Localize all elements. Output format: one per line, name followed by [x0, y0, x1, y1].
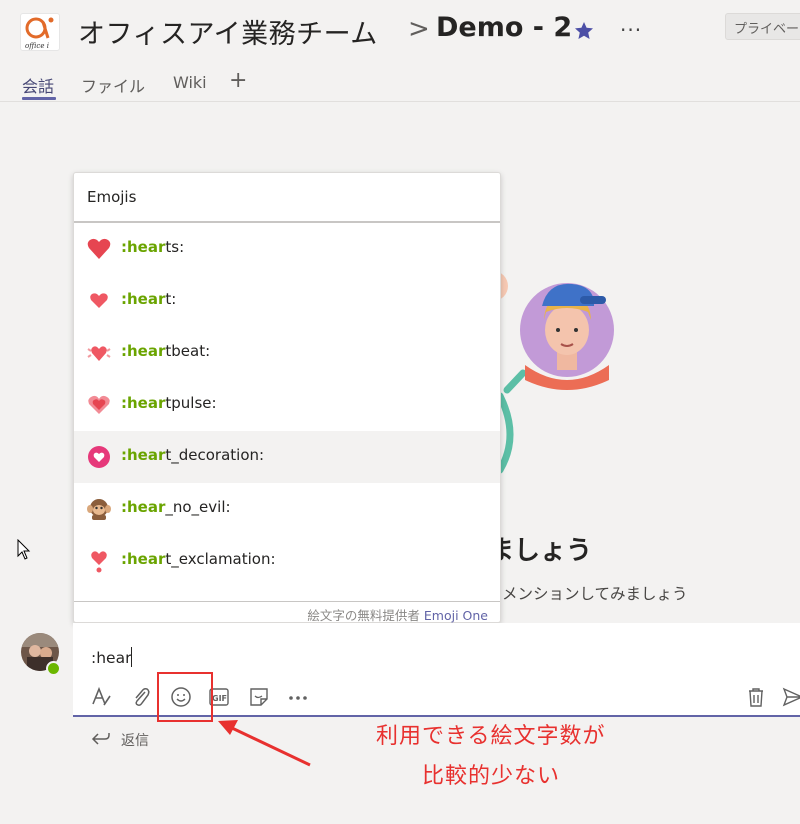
reply-icon — [91, 733, 110, 745]
emoji-option-label: :heart_exclamation: — [121, 550, 276, 568]
emoji-option-label: :heartbeat: — [121, 342, 211, 360]
svg-text:office i: office i — [25, 42, 49, 50]
attach-icon[interactable] — [130, 686, 152, 708]
emoji-picker: Emojis :hearts: :heart: :heartbeat: :hea… — [73, 172, 501, 623]
hearts-icon — [87, 238, 111, 259]
presence-available-icon — [46, 661, 61, 676]
sticker-icon[interactable] — [248, 686, 270, 708]
more-options-icon[interactable]: ··· — [620, 18, 642, 42]
emoji-option-heart[interactable]: :heart: — [74, 275, 500, 327]
emoji-option-label: :heartpulse: — [121, 394, 217, 412]
reply-label: 返信 — [121, 733, 149, 749]
emoji-option-heart-exclamation[interactable]: :heart_exclamation: — [74, 535, 500, 587]
emoji-one-link[interactable]: Emoji One — [424, 608, 488, 623]
emoji-option-label: :heart: — [121, 290, 177, 308]
emoji-option-heartbeat[interactable]: :heartbeat: — [74, 327, 500, 379]
channel-name[interactable]: Demo - 2 — [436, 12, 572, 43]
heartbeat-icon — [87, 346, 111, 361]
emoji-option-heart-decoration[interactable]: :heart_decoration: — [74, 431, 500, 483]
heartpulse-icon — [88, 395, 110, 414]
channel-header: office i オフィスアイ業務チーム > Demo - 2 ··· プライベ… — [0, 0, 800, 102]
annotation-text: 比較的少ない — [422, 764, 561, 789]
hear-no-evil-monkey-icon — [87, 499, 111, 520]
tab-chat[interactable]: 会話 — [22, 73, 54, 97]
privacy-badge: プライベー — [725, 13, 800, 40]
add-tab-button[interactable]: + — [229, 68, 247, 93]
emoji-option-label: :hear_no_evil: — [121, 498, 231, 516]
delete-icon[interactable] — [745, 686, 767, 708]
emoji-option-hearts[interactable]: :hearts: — [74, 223, 500, 275]
heart-exclamation-icon — [91, 551, 107, 573]
active-tab-indicator — [22, 97, 56, 100]
annotation-text: 利用できる絵文字数が — [376, 724, 606, 749]
emoji-option-label: :heart_decoration: — [121, 446, 265, 464]
annotation-highlight-box — [157, 672, 213, 722]
more-options-icon[interactable] — [287, 686, 309, 708]
team-logo[interactable]: office i — [20, 13, 60, 51]
team-name[interactable]: オフィスアイ業務チーム — [78, 12, 378, 51]
emoji-picker-header: Emojis — [74, 173, 500, 223]
emoji-option-label: :hearts: — [121, 238, 185, 256]
emoji-option-hear-no-evil[interactable]: :hear_no_evil: — [74, 483, 500, 535]
format-icon[interactable] — [90, 686, 112, 708]
tab-files[interactable]: ファイル — [81, 73, 145, 97]
breadcrumb-separator: > — [408, 14, 430, 44]
welcome-title: ましょう — [488, 536, 593, 566]
welcome-subtitle: メンションしてみましょう — [502, 585, 688, 603]
mouse-cursor-icon — [17, 539, 31, 560]
message-input[interactable]: :hear — [91, 647, 133, 667]
favorite-star-icon[interactable] — [574, 21, 594, 40]
welcome-avatar-icon — [520, 283, 614, 390]
heart-icon — [90, 293, 108, 308]
emoji-attribution: 絵文字の無料提供者 Emoji One — [74, 601, 500, 623]
tab-wiki[interactable]: Wiki — [173, 73, 207, 92]
svg-text:GIF: GIF — [212, 694, 227, 703]
emoji-option-heartpulse[interactable]: :heartpulse: — [74, 379, 500, 431]
heart-decoration-icon — [88, 446, 110, 468]
send-icon[interactable] — [782, 686, 800, 708]
